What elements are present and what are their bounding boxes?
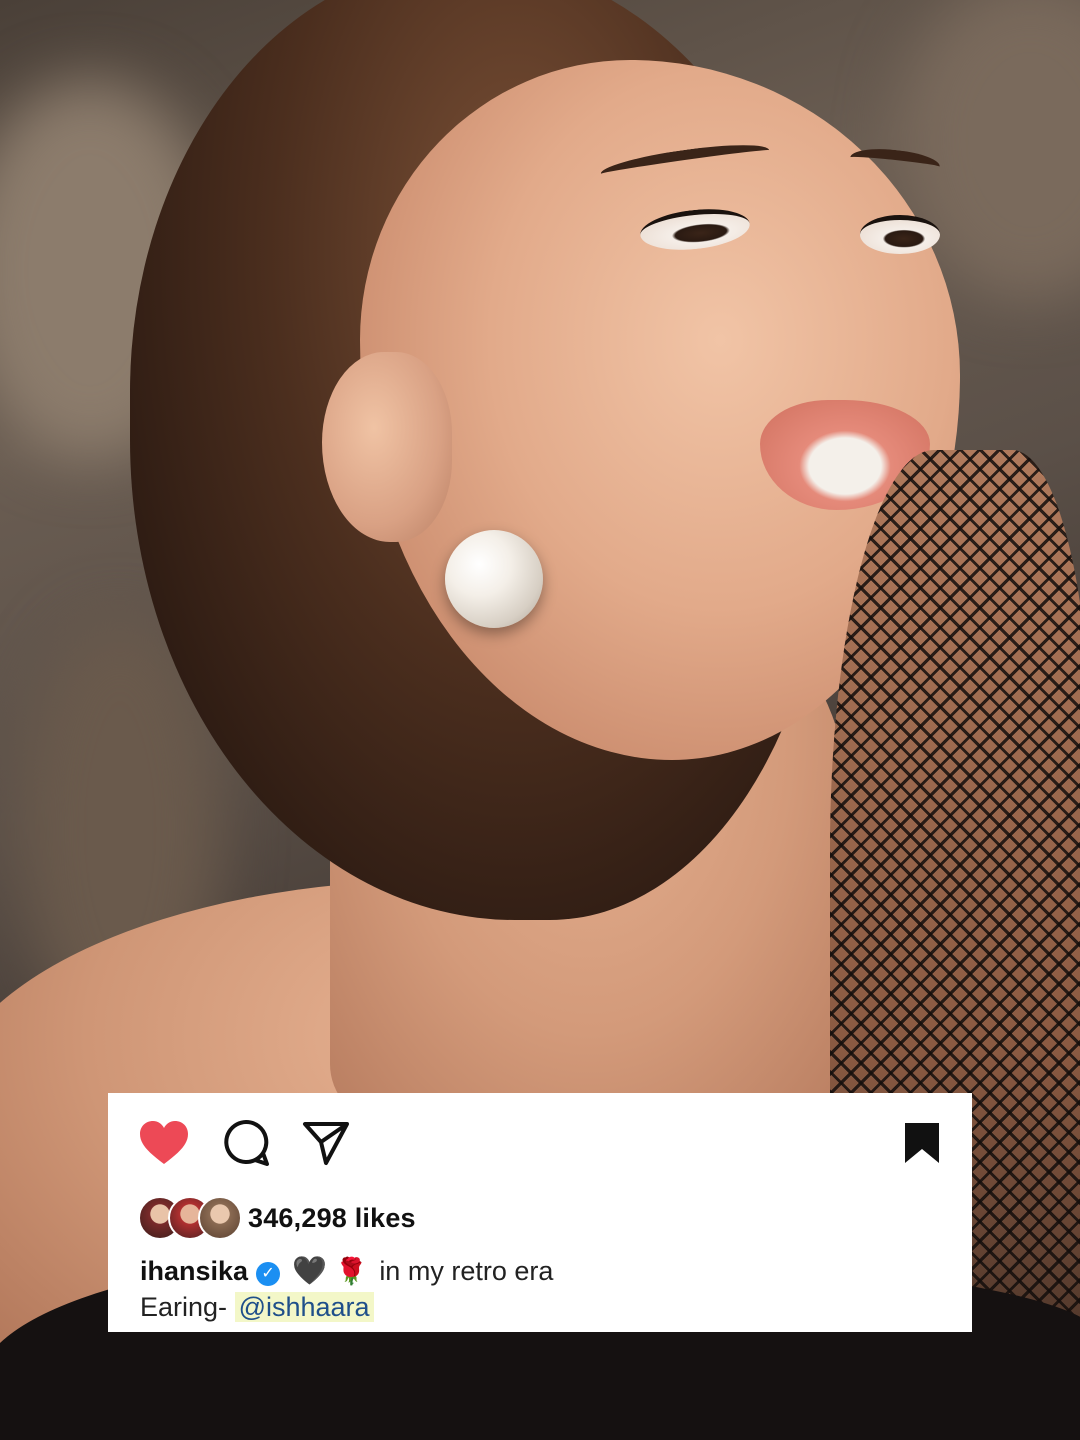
likes-row[interactable]: 346,298 likes xyxy=(138,1195,416,1241)
username-link[interactable]: ihansika xyxy=(140,1256,248,1286)
paper-plane-icon[interactable] xyxy=(300,1117,352,1169)
caption-line-1: ihansika ✓ 🖤 🌹 in my retro era xyxy=(140,1253,553,1289)
black-heart-emoji: 🖤 xyxy=(292,1255,327,1286)
heart-icon[interactable] xyxy=(138,1117,190,1169)
liker-avatars xyxy=(138,1196,244,1240)
action-bar xyxy=(138,1117,948,1169)
post-card: 346,298 likes ihansika ✓ 🖤 🌹 in my retro era… xyxy=(108,1093,972,1332)
rose-emoji: 🌹 xyxy=(334,1256,368,1286)
caption-text: in my retro era xyxy=(379,1256,554,1286)
caption-line-2: Earing- @ishhaara xyxy=(140,1289,374,1325)
caption-line2-prefix: Earing- xyxy=(140,1292,228,1322)
bookmark-icon[interactable] xyxy=(896,1117,948,1169)
pearl-earring xyxy=(445,530,543,628)
mention-link[interactable]: @ishhaara xyxy=(234,1292,374,1322)
likes-count[interactable]: 346,298 likes xyxy=(248,1203,416,1234)
comment-icon[interactable] xyxy=(220,1117,272,1169)
avatar xyxy=(198,1196,242,1240)
verified-badge-icon: ✓ xyxy=(256,1262,281,1286)
